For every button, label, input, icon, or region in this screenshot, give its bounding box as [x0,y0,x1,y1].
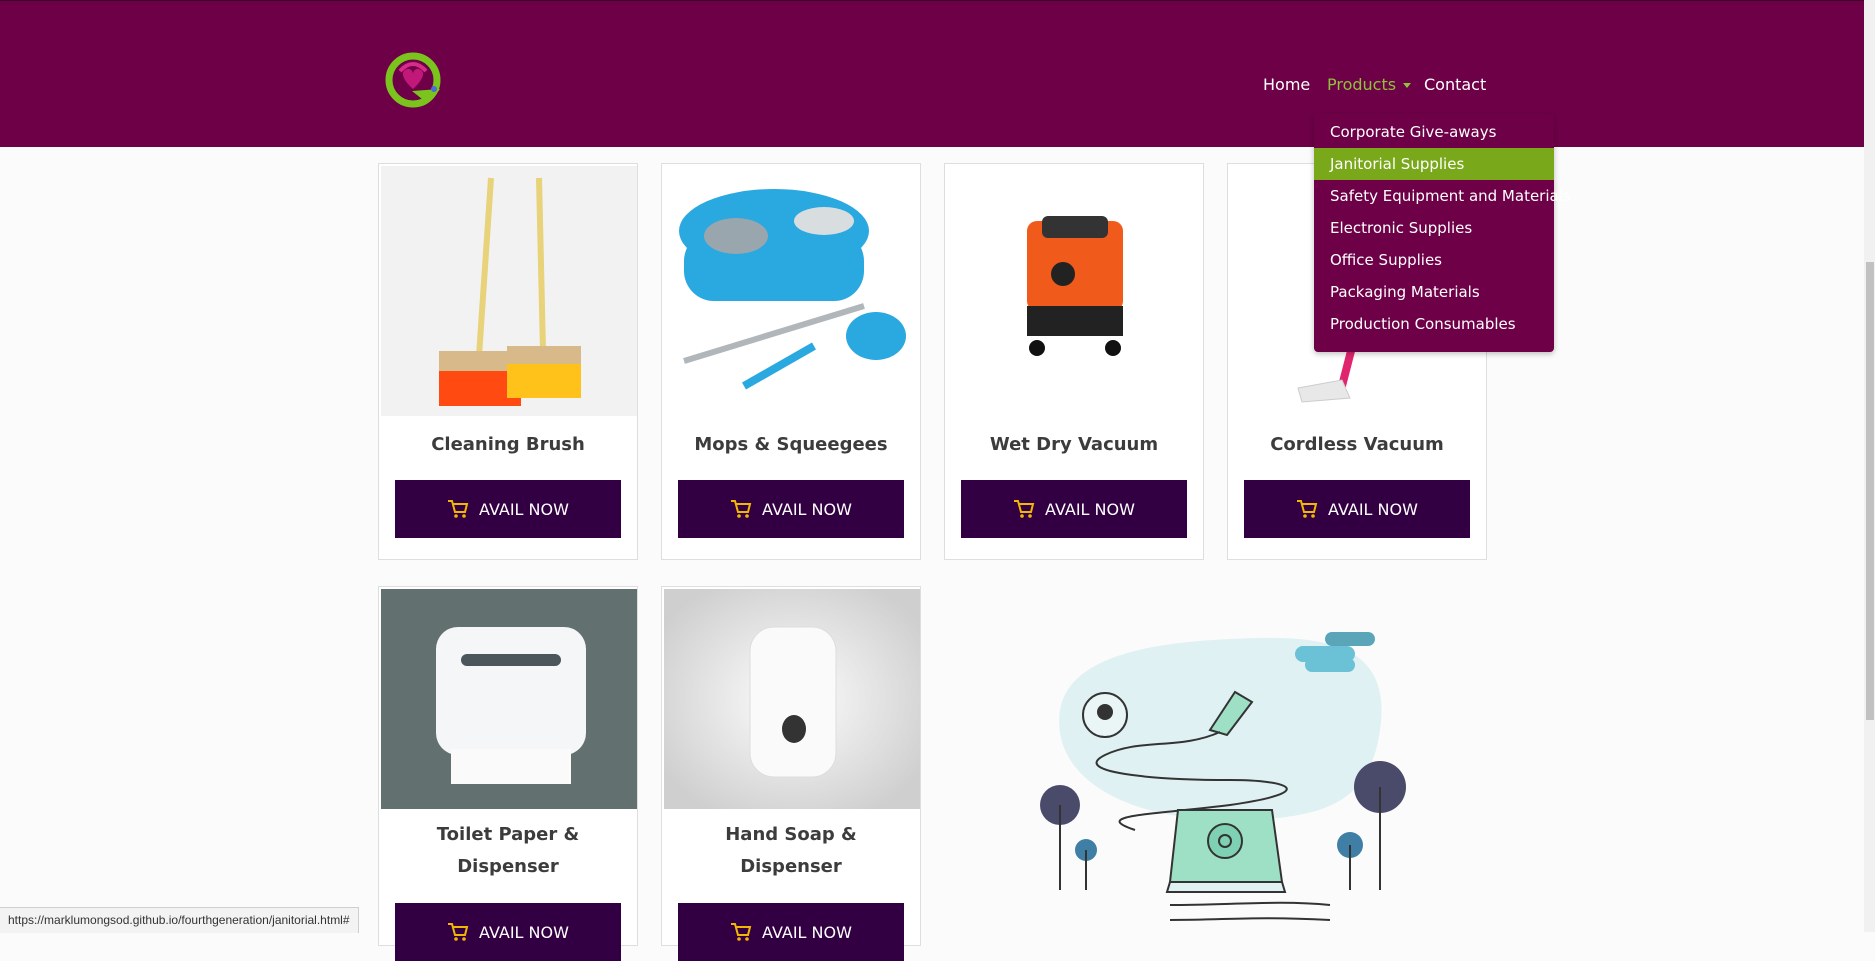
cart-icon [731,923,752,941]
dropdown-item-office-supplies[interactable]: Office Supplies [1314,244,1554,276]
avail-now-button[interactable]: AVAIL NOW [678,903,904,961]
dropdown-item-janitorial-supplies[interactable]: Janitorial Supplies [1314,148,1554,180]
product-title-line1: Hand Soap & [725,824,857,845]
cart-icon [448,923,469,941]
cleaning-brush-image [381,166,637,416]
brand-logo[interactable] [382,49,448,111]
navbar: Home Products Contact [0,0,1864,147]
toilet-paper-dispenser-image [381,589,637,809]
avail-now-button[interactable]: AVAIL NOW [395,903,621,961]
scrollbar-thumb[interactable] [1866,262,1874,720]
browser-status-url: https://marklumongsod.github.io/fourthge… [0,907,359,933]
wet-dry-vacuum-image [947,166,1203,416]
cart-icon [1297,500,1318,518]
button-label: AVAIL NOW [1328,499,1418,519]
page-scrollbar[interactable] [1864,0,1875,932]
button-label: AVAIL NOW [762,922,852,942]
nav-contact[interactable]: Contact [1424,75,1486,94]
avail-now-button[interactable]: AVAIL NOW [961,480,1187,538]
dropdown-item-safety-equipment[interactable]: Safety Equipment and Materials [1314,180,1571,212]
product-title: Cleaning Brush [431,434,585,455]
dropdown-item-electronic-supplies[interactable]: Electronic Supplies [1314,212,1554,244]
contact-illustration [1040,632,1406,921]
product-title: Cordless Vacuum [1270,434,1444,455]
avail-now-button[interactable]: AVAIL NOW [678,480,904,538]
nav-home[interactable]: Home [1263,75,1310,94]
button-label: AVAIL NOW [1045,499,1135,519]
button-label: AVAIL NOW [479,922,569,942]
cart-icon [448,500,469,518]
product-title-line2: Dispenser [740,856,842,877]
dropdown-item-packaging-materials[interactable]: Packaging Materials [1314,276,1554,308]
nav-products-label: Products [1327,75,1397,94]
product-card: Toilet Paper & Dispenser AVAIL NOW [378,586,638,961]
avail-now-button[interactable]: AVAIL NOW [1244,480,1470,538]
cart-icon [731,500,752,518]
avail-now-button[interactable]: AVAIL NOW [395,480,621,538]
product-title: Mops & Squeegees [694,434,888,455]
chevron-down-icon [1403,83,1412,88]
mop-bucket-image [664,166,920,416]
hand-soap-dispenser-image [664,589,920,809]
button-label: AVAIL NOW [479,499,569,519]
dropdown-item-corporate-give-aways[interactable]: Corporate Give-aways [1314,116,1554,148]
product-card: Wet Dry Vacuum AVAIL NOW [944,163,1204,560]
product-card: Hand Soap & Dispenser AVAIL NOW [661,586,921,961]
product-title: Wet Dry Vacuum [989,434,1159,455]
product-title-line2: Dispenser [457,856,559,877]
product-card: Cleaning Brush AVAIL NOW [378,163,638,560]
product-card: Mops & Squeegees AVAIL NOW [661,163,921,560]
nav-products[interactable]: Products [1327,75,1412,94]
cart-icon [1014,500,1035,518]
products-dropdown-menu: Corporate Give-aways Janitorial Supplies… [1314,114,1571,352]
dropdown-item-production-consumables[interactable]: Production Consumables [1314,308,1554,340]
button-label: AVAIL NOW [762,499,852,519]
product-title-line1: Toilet Paper & [436,824,580,845]
